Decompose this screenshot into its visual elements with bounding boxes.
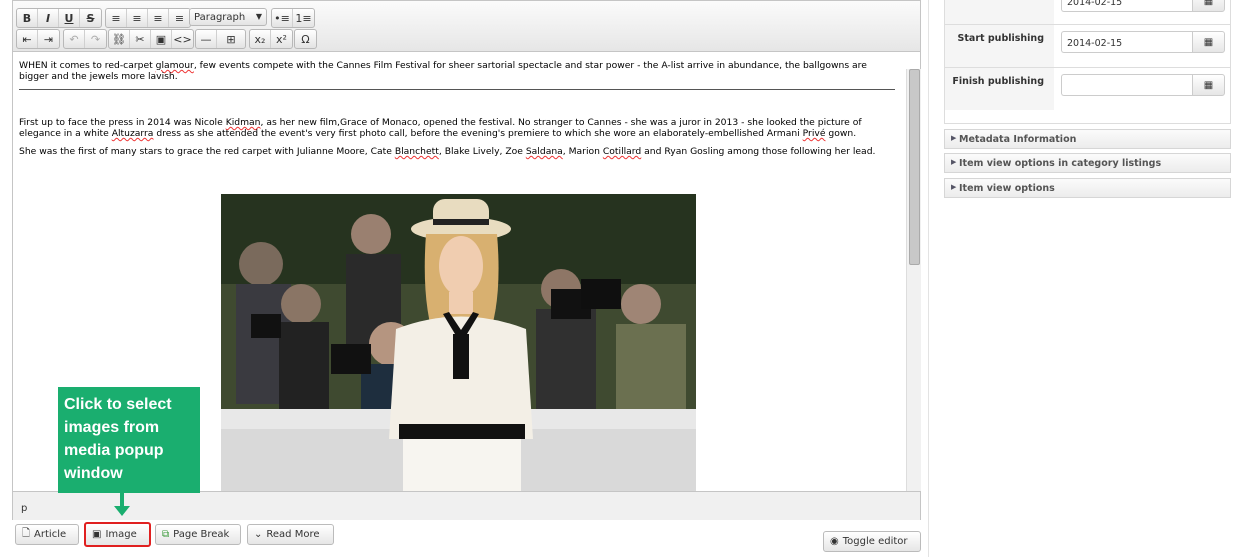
chevron-down-icon: ▼	[255, 12, 262, 21]
eye-icon: ◉	[830, 536, 839, 547]
format-select-value: Paragraph	[194, 11, 246, 23]
link-icon[interactable]: ⛓	[109, 30, 130, 48]
calendar-icon[interactable]: ▦	[1192, 0, 1225, 12]
list-group: •≡ 1≡	[271, 8, 315, 28]
script-group: x₂ x²	[249, 29, 293, 49]
instruction-callout: Click to select images from media popup …	[58, 387, 200, 493]
align-center-icon[interactable]: ≡	[127, 9, 148, 27]
start-publishing-input[interactable]: 2014-02-15	[1061, 31, 1193, 53]
created-date-input[interactable]: 2014-02-15	[1061, 0, 1193, 12]
chevron-down-icon: ⌄	[254, 529, 263, 540]
caret-right-icon: ▶	[951, 183, 957, 191]
indent-group: ⇤ ⇥	[16, 29, 60, 49]
callout-arrow-icon	[114, 506, 130, 516]
insert-image-icon[interactable]: ▣	[151, 30, 172, 48]
publishing-label-top	[945, 0, 1054, 24]
text-format-group: B I U S	[16, 8, 102, 28]
finish-publishing-label: Finish publishing	[945, 68, 1054, 110]
toggle-editor-button[interactable]: ◉ Toggle editor	[823, 531, 921, 552]
superscript-icon[interactable]: x²	[271, 30, 292, 48]
outdent-icon[interactable]: ⇤	[17, 30, 38, 48]
caret-right-icon: ▶	[951, 134, 957, 142]
start-publishing-label: Start publishing	[945, 25, 1054, 67]
special-char-group: Ω	[294, 29, 317, 49]
column-divider	[928, 0, 929, 557]
subscript-icon[interactable]: x₂	[250, 30, 271, 48]
history-group: ↶ ↷	[63, 29, 107, 49]
embedded-photo[interactable]	[221, 194, 696, 491]
format-select[interactable]: Paragraph ▼	[189, 8, 267, 26]
extras-group: — ⊞	[195, 29, 246, 49]
page-break-button[interactable]: ⧉ Page Break	[155, 524, 241, 545]
caret-right-icon: ▶	[951, 158, 957, 166]
undo-icon[interactable]: ↶	[64, 30, 85, 48]
code-icon[interactable]: <>	[172, 30, 193, 48]
redo-icon[interactable]: ↷	[85, 30, 106, 48]
align-right-icon[interactable]: ≡	[148, 9, 169, 27]
article-icon: 🗋	[22, 528, 31, 539]
italic-button[interactable]: I	[38, 9, 59, 27]
editor-toolbar: B I U S ≡ ≡ ≡ ≡ Paragraph ▼ •≡ 1≡ ⇤ ⇥ ↶ …	[13, 1, 920, 52]
calendar-icon[interactable]: ▦	[1192, 31, 1225, 53]
scrollbar-thumb[interactable]	[909, 69, 920, 265]
paragraph-kidman: First up to face the press in 2014 was N…	[19, 117, 862, 139]
paragraph-intro: WHEN it comes to red-carpet glamour, few…	[19, 60, 867, 82]
special-character-icon[interactable]: Ω	[295, 30, 316, 48]
alignment-group: ≡ ≡ ≡ ≡	[105, 8, 191, 28]
picture-icon: ▣	[92, 529, 102, 540]
publishing-table: 2014-02-15 ▦ Start publishing 2014-02-15…	[944, 0, 1231, 124]
table-icon[interactable]: ⊞	[217, 30, 245, 48]
indent-icon[interactable]: ⇥	[38, 30, 59, 48]
element-path[interactable]: p	[21, 503, 27, 514]
image-button[interactable]: ▣ Image	[84, 522, 151, 547]
finish-publishing-input[interactable]	[1061, 74, 1193, 96]
accordion-metadata[interactable]: ▶ Metadata Information	[944, 129, 1231, 149]
unlink-icon[interactable]: ✂	[130, 30, 151, 48]
strikethrough-button[interactable]: S	[80, 9, 101, 27]
numbered-list-icon[interactable]: 1≡	[293, 9, 314, 27]
align-justify-icon[interactable]: ≡	[169, 9, 190, 27]
copy-icon: ⧉	[162, 529, 170, 540]
article-button[interactable]: 🗋 Article	[15, 524, 79, 545]
horizontal-rule	[19, 89, 895, 90]
bold-button[interactable]: B	[17, 9, 38, 27]
accordion-item-view-options[interactable]: ▶ Item view options	[944, 178, 1231, 198]
read-more-button[interactable]: ⌄ Read More	[247, 524, 334, 545]
bullet-list-icon[interactable]: •≡	[272, 9, 293, 27]
vertical-scrollbar[interactable]	[906, 69, 921, 491]
horizontal-rule-icon[interactable]: —	[196, 30, 217, 48]
insert-group: ⛓ ✂ ▣ <>	[108, 29, 194, 49]
editor-statusbar: p	[13, 491, 920, 520]
paragraph-stars: She was the first of many stars to grace…	[19, 146, 876, 157]
accordion-category-view-options[interactable]: ▶ Item view options in category listings	[944, 153, 1231, 173]
align-left-icon[interactable]: ≡	[106, 9, 127, 27]
underline-button[interactable]: U	[59, 9, 80, 27]
calendar-icon[interactable]: ▦	[1192, 74, 1225, 96]
photo-illustration	[221, 194, 696, 491]
